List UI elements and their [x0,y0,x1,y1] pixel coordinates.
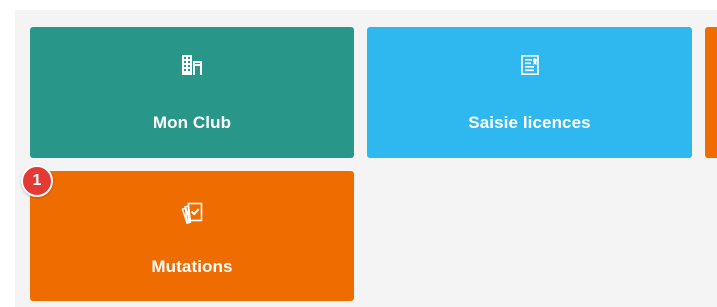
notification-badge: 1 [21,165,53,197]
tile-saisie-licences[interactable]: Saisie licences [367,27,692,158]
tile-mutations[interactable]: Mutations [30,171,354,301]
tile-label: Saisie licences [468,113,591,132]
photo-stack-check-icon [180,201,204,225]
tile-mon-club[interactable]: Mon Club [30,27,354,158]
tile-label: Mutations [151,257,233,276]
tile-label: Mon Club [152,113,232,132]
building-icon [180,53,204,77]
certificate-icon [518,53,542,77]
tile-partial-offscreen[interactable] [705,27,717,158]
